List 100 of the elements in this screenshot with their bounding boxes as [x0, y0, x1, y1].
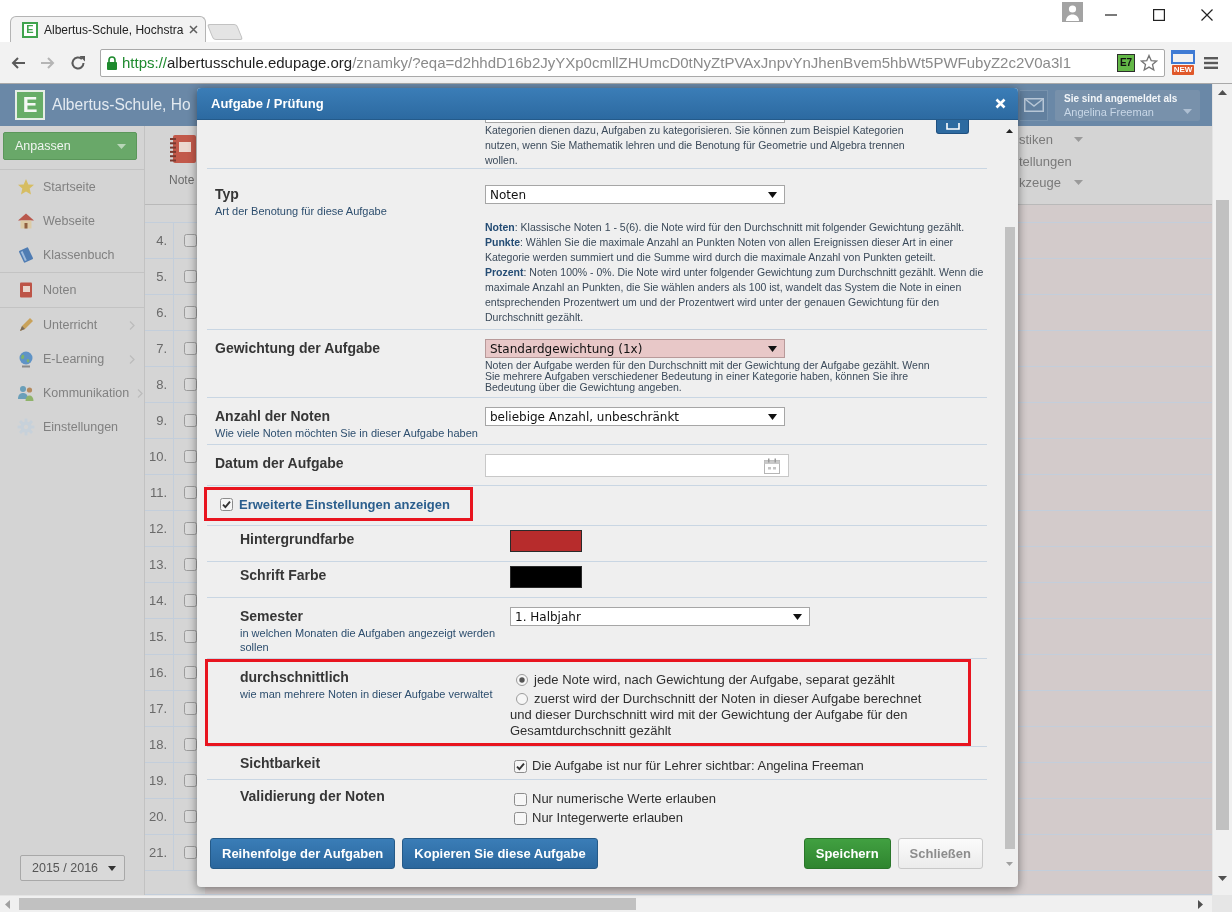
checkbox[interactable] [220, 497, 233, 511]
row-number: 8. [145, 367, 174, 402]
close-icon[interactable] [1201, 9, 1213, 21]
help-text: Punkte: Wählen Sie die maximale Anzahl an Punkten Noten von allen Ereignissen dieser Art in einer Kategorie werden summiert und die Summe wird durch die maximale Anzahl von Punkten geteilt. [485, 235, 955, 265]
arrow-down-icon[interactable] [1218, 876, 1227, 881]
field-label: Semester [240, 607, 304, 626]
checkbox[interactable] [184, 234, 197, 247]
checkbox-option[interactable]: Die Aufgabe ist nur für Lehrer sichtbar: Angelina Freeman [510, 758, 864, 774]
help-text: Noten: Klassische Noten 1 - 5(6). die Note wird für den Durchschnitt mit folgender Gewichtung gezählt. [485, 220, 966, 235]
menu-item[interactable]: kzeuge [1019, 172, 1083, 194]
checkbox[interactable] [184, 738, 197, 751]
menu-item[interactable]: stiken [1019, 129, 1083, 151]
checkbox[interactable] [184, 378, 197, 391]
window-icon[interactable] [1171, 50, 1195, 64]
star-icon[interactable] [1140, 53, 1158, 72]
caret-icon [768, 345, 777, 352]
checkbox[interactable] [184, 774, 197, 787]
arrow-right-icon[interactable] [1198, 899, 1203, 909]
checkbox[interactable] [184, 846, 197, 859]
checkbox-option[interactable]: Nur numerische Werte erlauben [510, 791, 716, 807]
field-label: Gewichtung der Aufgabe [215, 339, 381, 358]
tab-title: Albertus-Schule, Hochstra [44, 22, 184, 37]
color-swatch[interactable] [510, 530, 582, 552]
close-button[interactable]: Schließen [897, 838, 983, 869]
checkbox[interactable] [184, 594, 197, 607]
checkbox[interactable] [514, 759, 527, 773]
row-number: 12. [145, 511, 174, 546]
customize-button[interactable]: Anpassen [3, 132, 137, 160]
address-field[interactable]: https://albertusschule.edupage.org/znamky/?eqa=d2hhdD16b2JyYXp0cmllZHUmcD0tNyZtPVAxJnpvYnJhenBvem5hbWt5PWFubyZ2c2V0a3l1 E7 [100, 48, 1165, 77]
field-label: durchschnittlich [240, 668, 349, 687]
scroll-thumb[interactable] [19, 898, 636, 910]
checkbox[interactable] [184, 342, 197, 355]
calendar-icon [764, 457, 780, 474]
reload-icon[interactable] [70, 54, 86, 71]
scrollbar-corner [1212, 895, 1232, 912]
sidebar-item[interactable]: E-Learning [0, 342, 144, 376]
date-field[interactable] [485, 454, 789, 477]
checkbox[interactable] [184, 270, 197, 283]
scroll-thumb[interactable] [1216, 200, 1229, 830]
checkbox[interactable] [184, 810, 197, 823]
checkbox-option[interactable]: Nur Integerwerte erlauben [510, 810, 684, 826]
radio-button[interactable] [516, 693, 528, 705]
action-button[interactable]: Kopieren Sie diese Aufgabe [402, 838, 598, 869]
extension-badge[interactable]: E7 [1117, 53, 1135, 72]
sidebar-item[interactable]: Klassenbuch [0, 238, 144, 272]
checkbox[interactable] [184, 414, 197, 427]
text-field[interactable] [485, 120, 785, 123]
checkbox[interactable] [184, 450, 197, 463]
sidebar-item[interactable]: Noten [0, 273, 144, 307]
back-icon[interactable] [10, 54, 26, 71]
checkbox[interactable] [184, 486, 197, 499]
help-text: Prozent: Noten 100% - 0%. Die Note wird unter folgender Gewichtung zum Durchschnitt gezählt. Wenn die maximale Anzahl an Punkten, die Sie wählen anders als 100 ist, wandelt das System die Note in einen entsprechenden Prozentwert um und der Prozentwert wird unter der genauen Gewichtung für den Durchschnitt gezählt. [485, 265, 985, 325]
new-tab-button[interactable] [206, 24, 244, 40]
dropdown[interactable]: 1. Halbjahr [510, 607, 810, 626]
action-button[interactable]: Reihenfolge der Aufgaben [210, 838, 396, 869]
arrow-left-icon[interactable] [5, 899, 10, 909]
checkbox[interactable] [184, 702, 197, 715]
checkbox[interactable] [184, 306, 197, 319]
save-button[interactable]: Speichern [803, 838, 891, 869]
menu-icon[interactable] [1204, 55, 1218, 70]
year-select[interactable]: 2015 / 2016 [20, 855, 125, 881]
browser-tab[interactable]: E Albertus-Schule, Hochstra [10, 16, 206, 42]
scrollbar[interactable] [0, 895, 1212, 912]
checkbox[interactable] [514, 792, 527, 806]
field-hint: in welchen Monaten die Aufgaben angezeigt werden sollen [240, 626, 497, 654]
radio-option[interactable]: jede Note wird, nach Gewichtung der Aufgabe, separat gezählt [510, 672, 895, 688]
sidebar-item[interactable]: Startseite [0, 170, 144, 204]
forward-icon[interactable] [40, 54, 56, 71]
checkbox[interactable] [184, 630, 197, 643]
caret-icon [768, 191, 777, 198]
user-menu[interactable]: Sie sind angemeldet als Angelina Freeman [1055, 89, 1200, 121]
maximize-icon[interactable] [1153, 9, 1165, 21]
mail-button[interactable] [1020, 89, 1048, 121]
color-swatch[interactable] [510, 566, 582, 588]
radio-option[interactable]: zuerst wird der Durchschnitt der Noten in dieser Aufgabe berechnet und dieser Durchschnitt wird mit der Gewichtung der Aufgabe für den Gesamtdurchschnitt gezählt [510, 691, 946, 739]
checkbox[interactable] [184, 522, 197, 535]
mail-icon [1023, 98, 1044, 112]
checkbox[interactable] [514, 811, 527, 825]
menu-item[interactable]: tellungen [1019, 150, 1083, 172]
sidebar-item[interactable]: Kommunikation [0, 376, 144, 410]
scrollbar[interactable] [1212, 84, 1232, 895]
sidebar-item[interactable]: Unterricht [0, 308, 144, 342]
toolbar-button[interactable]: Note [169, 134, 197, 188]
checkbox-option[interactable]: Erweiterte Einstellungen anzeigen [220, 496, 450, 512]
dropdown[interactable]: beliebige Anzahl, unbeschränkt [485, 407, 785, 426]
arrow-up-icon[interactable] [1006, 129, 1013, 133]
scroll-thumb[interactable] [1004, 227, 1015, 849]
arrow-up-icon[interactable] [1218, 90, 1227, 95]
sidebar-item[interactable]: Einstellungen [0, 410, 144, 444]
checkbox[interactable] [184, 558, 197, 571]
caret-icon [768, 413, 777, 420]
dropdown[interactable]: Standardgewichtung (1x) [485, 339, 785, 358]
help-text: Kategorien dienen dazu, Aufgaben zu kategorisieren. Sie können zum Beispiel Kategorien nutzen, wenn Sie Mathematik lehren und die Benotung für Geometrie und Algebra trennen wollen. [485, 123, 906, 168]
new-badge[interactable]: NEW [1171, 65, 1195, 75]
radio-button[interactable] [516, 674, 528, 686]
checkbox[interactable] [184, 666, 197, 679]
icon-button[interactable] [936, 120, 969, 134]
sidebar-item[interactable]: Webseite [0, 204, 144, 238]
dropdown[interactable]: Noten [485, 185, 785, 204]
user-icon[interactable] [1062, 2, 1083, 22]
